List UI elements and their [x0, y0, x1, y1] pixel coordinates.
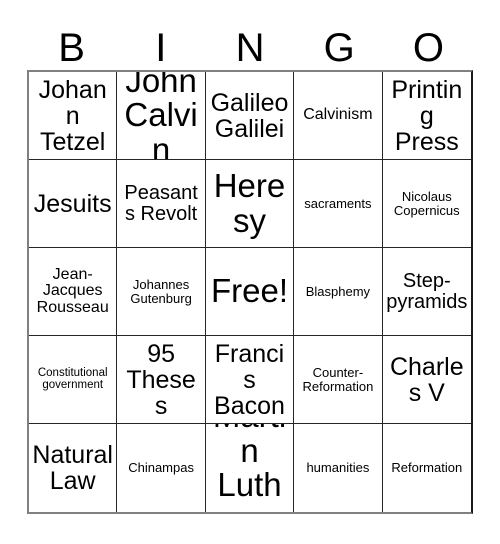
bingo-header-row: B I N G O	[27, 18, 473, 68]
bingo-header-letter-n: N	[205, 18, 294, 68]
bingo-cell-label: Galileo Galilei	[210, 88, 289, 143]
bingo-cell-label: Constitutional government	[37, 366, 108, 391]
bingo-cell[interactable]: Counter-Reformation	[294, 336, 383, 424]
header-letter-text: O	[412, 26, 444, 70]
bingo-free-cell[interactable]: Free!	[205, 248, 295, 336]
bingo-cell[interactable]: Heresy	[205, 160, 295, 248]
bingo-cell[interactable]: Step-pyramids	[382, 248, 471, 336]
bingo-cell[interactable]: Jesuits	[29, 160, 118, 248]
bingo-cell[interactable]: Galileo Galilei	[205, 72, 295, 160]
bingo-cell-label: Peasants Revolt	[124, 181, 198, 225]
bingo-cell[interactable]: Nicolaus Copernicus	[382, 160, 471, 248]
bingo-grid: Johann Tetzel John Calvin Galileo Galilei C…	[27, 70, 473, 514]
header-letter-text: N	[235, 26, 265, 70]
bingo-cell-label: humanities	[306, 460, 370, 476]
bingo-cell[interactable]: Martin Luther	[205, 424, 295, 512]
bingo-cell[interactable]: Blasphemy	[294, 248, 383, 336]
bingo-cell[interactable]: 95 Theses	[117, 336, 206, 424]
bingo-cell[interactable]: Calvinism	[294, 72, 383, 160]
bingo-cell-label: Blasphemy	[305, 283, 371, 299]
header-letter-text: B	[58, 26, 85, 70]
bingo-header-letter-o: O	[384, 18, 473, 68]
bingo-cell[interactable]: Peasants Revolt	[117, 160, 206, 248]
bingo-cell-label: Heresy	[213, 167, 286, 239]
bingo-cell-label: Reformation	[391, 460, 463, 476]
bingo-header-letter-g: G	[295, 18, 384, 68]
bingo-cell[interactable]: John Calvin	[117, 72, 206, 160]
bingo-cell-label: 95 Theses	[126, 339, 196, 420]
header-letter-text: G	[323, 26, 355, 70]
bingo-cell[interactable]: Natural Law	[29, 424, 118, 512]
bingo-cell-label: Martin Luther	[213, 424, 286, 512]
bingo-header-letter-b: B	[27, 18, 116, 68]
bingo-cell-label: Johann Tetzel	[38, 75, 107, 156]
bingo-cell-label: Step-pyramids	[386, 269, 468, 313]
bingo-cell-label: Counter-Reformation	[302, 364, 374, 394]
bingo-cell-label: Free!	[210, 272, 288, 310]
bingo-cell-label: Printing Press	[391, 75, 463, 156]
bingo-cell[interactable]: Johann Tetzel	[29, 72, 118, 160]
bingo-cell-label: Francis Bacon	[214, 339, 285, 420]
bingo-cell-label: Nicolaus Copernicus	[393, 188, 460, 218]
bingo-cell[interactable]: Charles V	[382, 336, 471, 424]
bingo-cell-label: Calvinism	[303, 106, 373, 124]
bingo-cell[interactable]: Chinampas	[117, 424, 206, 512]
bingo-cell[interactable]: Printing Press	[382, 72, 471, 160]
bingo-cell-label: Jean-Jacques Rousseau	[36, 265, 109, 316]
bingo-cell[interactable]: Johannes Gutenburg	[117, 248, 206, 336]
bingo-cell[interactable]: Jean-Jacques Rousseau	[29, 248, 118, 336]
bingo-cell-label: John Calvin	[124, 72, 198, 160]
bingo-cell[interactable]: Constitutional government	[29, 336, 118, 424]
bingo-cell[interactable]: sacraments	[294, 160, 383, 248]
bingo-cell-label: Johannes Gutenburg	[130, 276, 192, 306]
bingo-card: B I N G O Johann Tetzel John Calvin Galile…	[0, 0, 500, 544]
bingo-cell-label: Natural Law	[32, 441, 113, 495]
bingo-cell-label: sacraments	[304, 195, 372, 211]
bingo-cell-label: Jesuits	[33, 189, 112, 218]
bingo-header-letter-i: I	[116, 18, 205, 68]
bingo-cell[interactable]: humanities	[294, 424, 383, 512]
bingo-cell[interactable]: Reformation	[382, 424, 471, 512]
bingo-cell-label: Chinampas	[128, 460, 194, 476]
header-letter-text: I	[155, 26, 167, 70]
bingo-cell[interactable]: Francis Bacon	[205, 336, 295, 424]
bingo-cell-label: Charles V	[389, 352, 464, 407]
